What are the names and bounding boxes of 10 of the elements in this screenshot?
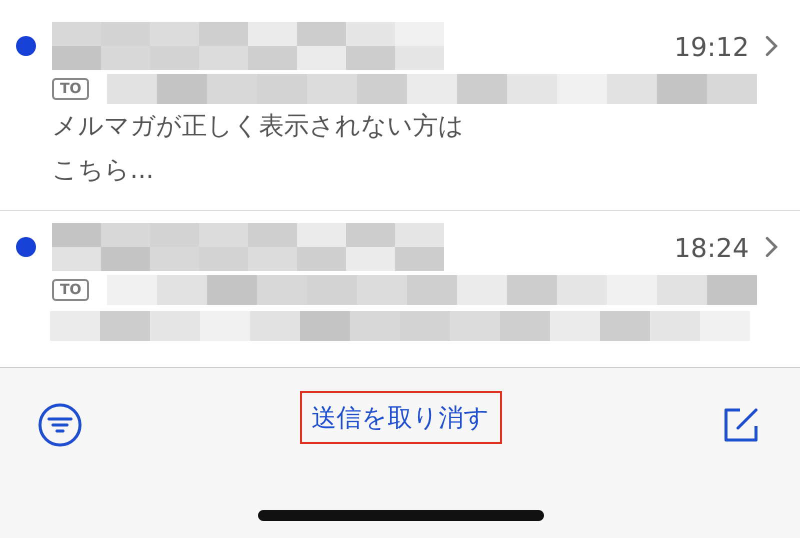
to-badge: TO [52,279,90,301]
to-badge: TO [52,78,90,100]
chevron-icon [765,236,778,258]
filter-icon[interactable] [37,402,83,448]
message-preview: メルマガが正しく表示されない方は [52,110,465,142]
message-time: 19:12 [674,33,749,63]
message-time: 18:24 [674,234,749,264]
chevron-icon [765,35,778,57]
undo-send-button[interactable]: 送信を取り消す [300,391,502,444]
message-preview: こちら... [52,154,155,186]
